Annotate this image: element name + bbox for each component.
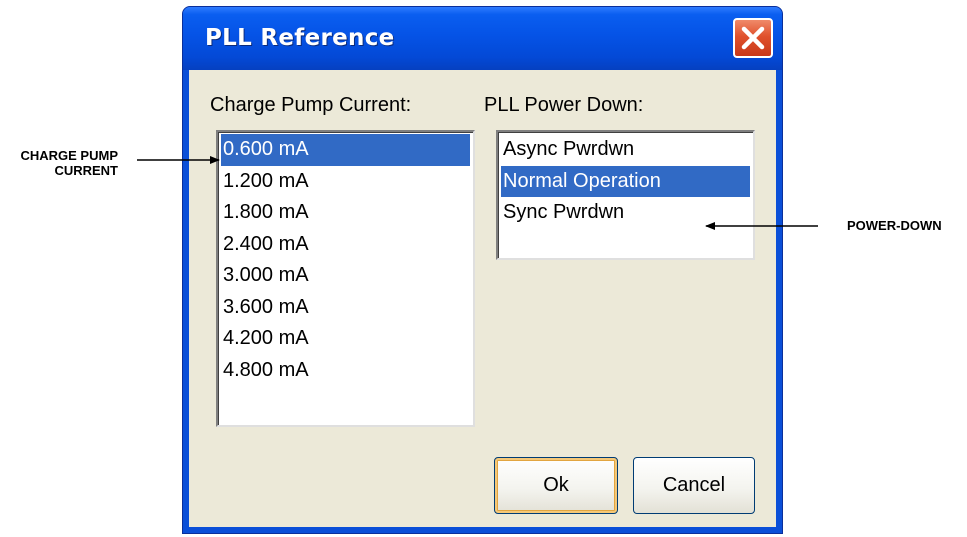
callout-line: CHARGE PUMP: [20, 148, 118, 163]
ok-button[interactable]: Ok: [494, 457, 618, 514]
list-item[interactable]: Normal Operation: [501, 165, 750, 197]
close-button[interactable]: [733, 18, 773, 58]
list-item[interactable]: 3.000 mA: [221, 260, 470, 292]
list-item[interactable]: 0.600 mA: [221, 134, 470, 166]
callout-line: CURRENT: [54, 163, 118, 178]
list-item[interactable]: 3.600 mA: [221, 292, 470, 324]
list-item[interactable]: 1.200 mA: [221, 166, 470, 198]
pll-power-down-label: PLL Power Down:: [484, 94, 644, 116]
list-item[interactable]: Async Pwrdwn: [501, 134, 750, 166]
charge-pump-current-listbox[interactable]: 0.600 mA 1.200 mA 1.800 mA 2.400 mA 3.00…: [216, 130, 475, 427]
list-item[interactable]: 4.800 mA: [221, 355, 470, 387]
power-down-callout: POWER-DOWN: [847, 218, 942, 233]
dialog-client-area: Charge Pump Current: PLL Power Down: 0.6…: [189, 70, 776, 527]
close-x-icon: [741, 26, 765, 50]
charge-pump-current-label: Charge Pump Current:: [210, 94, 412, 116]
dialog-title: PLL Reference: [205, 25, 395, 51]
list-item[interactable]: 1.800 mA: [221, 197, 470, 229]
title-bar[interactable]: PLL Reference: [183, 7, 782, 70]
list-item[interactable]: Sync Pwrdwn: [501, 197, 750, 229]
pll-power-down-listbox[interactable]: Async Pwrdwn Normal Operation Sync Pwrdw…: [496, 130, 755, 260]
pll-reference-dialog: PLL Reference Charge Pump Current: PLL P…: [182, 6, 783, 534]
cancel-button[interactable]: Cancel: [633, 457, 755, 514]
charge-pump-current-callout: CHARGE PUMP CURRENT: [0, 148, 118, 178]
list-item[interactable]: 2.400 mA: [221, 229, 470, 261]
list-item[interactable]: 4.200 mA: [221, 323, 470, 355]
